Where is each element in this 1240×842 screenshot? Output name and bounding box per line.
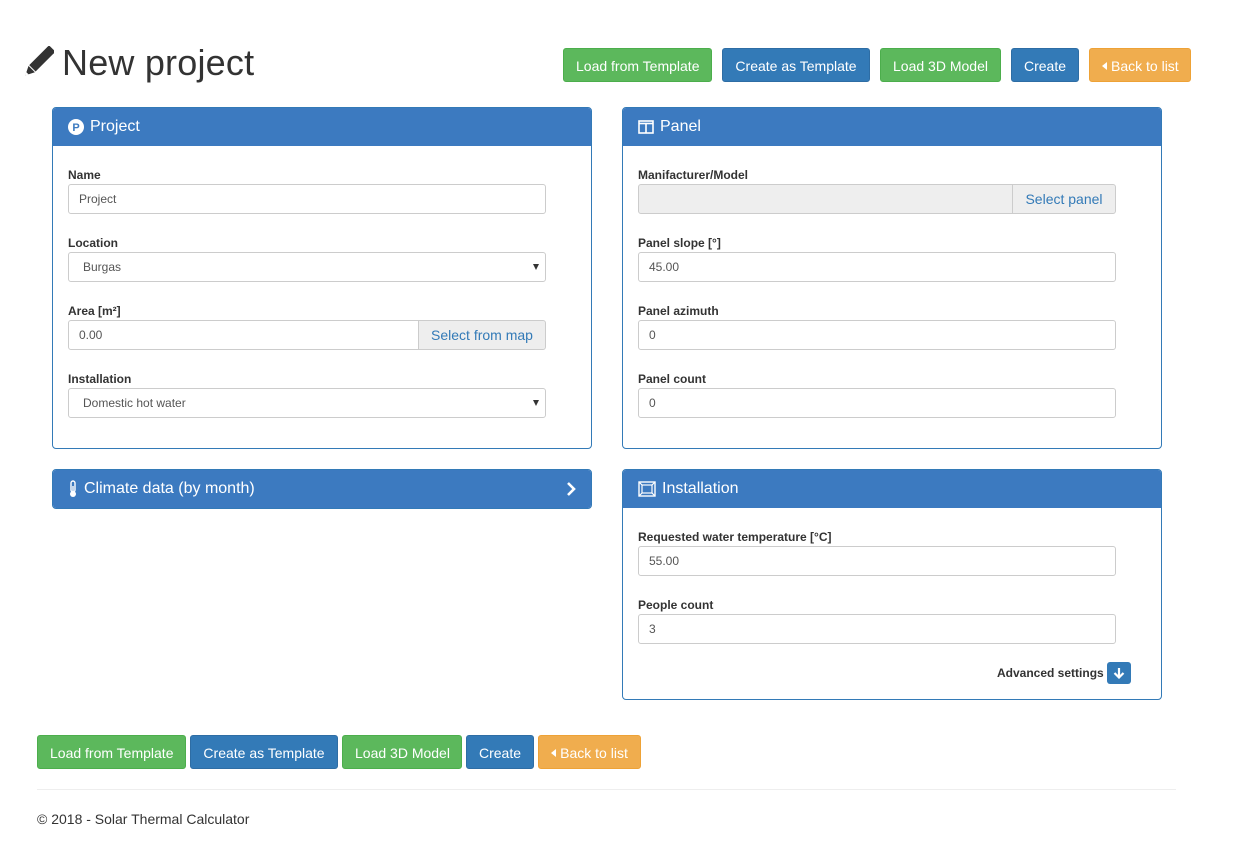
load-3d-model-button-bottom[interactable]: Load 3D Model — [342, 735, 462, 769]
chevron-right-icon[interactable] — [566, 482, 576, 496]
select-caret-icon — [533, 264, 539, 270]
climate-panel-title: Climate data (by month) — [84, 480, 255, 497]
advanced-settings-button[interactable] — [1107, 662, 1131, 684]
create-as-template-button-bottom[interactable]: Create as Template — [190, 735, 338, 769]
advanced-settings-label: Advanced settings — [997, 666, 1104, 680]
azimuth-label: Panel azimuth — [638, 304, 719, 318]
create-as-template-button[interactable]: Create as Template — [722, 48, 870, 82]
back-to-list-button[interactable]: Back to list — [1089, 48, 1191, 82]
fullscreen-icon — [638, 481, 656, 497]
arrow-down-icon — [1113, 668, 1125, 679]
name-input[interactable]: Project — [68, 184, 546, 214]
svg-text:P: P — [72, 122, 79, 134]
azimuth-input[interactable]: 0 — [638, 320, 1116, 350]
create-button[interactable]: Create — [1011, 48, 1079, 82]
load-from-template-button[interactable]: Load from Template — [563, 48, 712, 82]
footer-text: © 2018 - Solar Thermal Calculator — [37, 811, 250, 827]
select-from-map-button[interactable]: Select from map — [418, 320, 546, 350]
page-header: New project — [20, 38, 254, 88]
installation-panel-title: Installation — [662, 480, 739, 497]
panel-count-input[interactable]: 0 — [638, 388, 1116, 418]
water-temp-label: Requested water temperature [°C] — [638, 530, 832, 544]
installation-select-value: Domestic hot water — [83, 396, 186, 410]
back-to-list-button-bottom[interactable]: Back to list — [538, 735, 641, 769]
caret-left-icon — [551, 749, 557, 757]
area-input[interactable]: 0.00 — [68, 320, 419, 350]
slope-input[interactable]: 45.00 — [638, 252, 1116, 282]
panel-panel: Panel Manifacturer/Model Select panel Pa… — [622, 107, 1162, 449]
page-title: New project — [62, 42, 255, 83]
people-count-input[interactable]: 3 — [638, 614, 1116, 644]
climate-panel-heading[interactable]: Climate data (by month) — [53, 470, 591, 508]
panel-panel-title: Panel — [660, 118, 701, 135]
name-label: Name — [68, 168, 101, 182]
columns-icon — [638, 120, 654, 134]
location-label: Location — [68, 236, 118, 250]
installation-select[interactable]: Domestic hot water — [68, 388, 546, 418]
caret-left-icon — [1102, 62, 1107, 70]
location-select[interactable]: Burgas — [68, 252, 546, 282]
pencil-icon — [25, 46, 54, 76]
slope-label: Panel slope [°] — [638, 236, 721, 250]
area-label: Area [m²] — [68, 304, 121, 318]
project-panel: P Project Name Project Location Burgas A… — [52, 107, 592, 449]
panel-panel-heading: Panel — [623, 108, 1161, 146]
select-caret-icon — [533, 400, 539, 406]
footer-divider — [37, 789, 1176, 790]
climate-panel[interactable]: Climate data (by month) — [52, 469, 592, 509]
select-panel-button[interactable]: Select panel — [1012, 184, 1116, 214]
load-from-template-button-bottom[interactable]: Load from Template — [37, 735, 186, 769]
installation-panel: Installation Requested water temperature… — [622, 469, 1162, 700]
people-count-label: People count — [638, 598, 714, 612]
location-select-value: Burgas — [83, 260, 122, 274]
water-temp-input[interactable]: 55.00 — [638, 546, 1116, 576]
parking-circle-icon: P — [68, 119, 84, 135]
create-button-bottom[interactable]: Create — [466, 735, 534, 769]
manufacturer-label: Manifacturer/Model — [638, 168, 749, 182]
load-3d-model-button[interactable]: Load 3D Model — [880, 48, 1001, 82]
project-panel-title: Project — [90, 118, 140, 135]
manufacturer-input — [638, 184, 1013, 214]
installation-panel-heading: Installation — [623, 470, 1161, 508]
thermometer-icon — [68, 480, 78, 498]
panel-count-label: Panel count — [638, 372, 707, 386]
project-panel-heading: P Project — [53, 108, 591, 146]
installation-label: Installation — [68, 372, 132, 386]
